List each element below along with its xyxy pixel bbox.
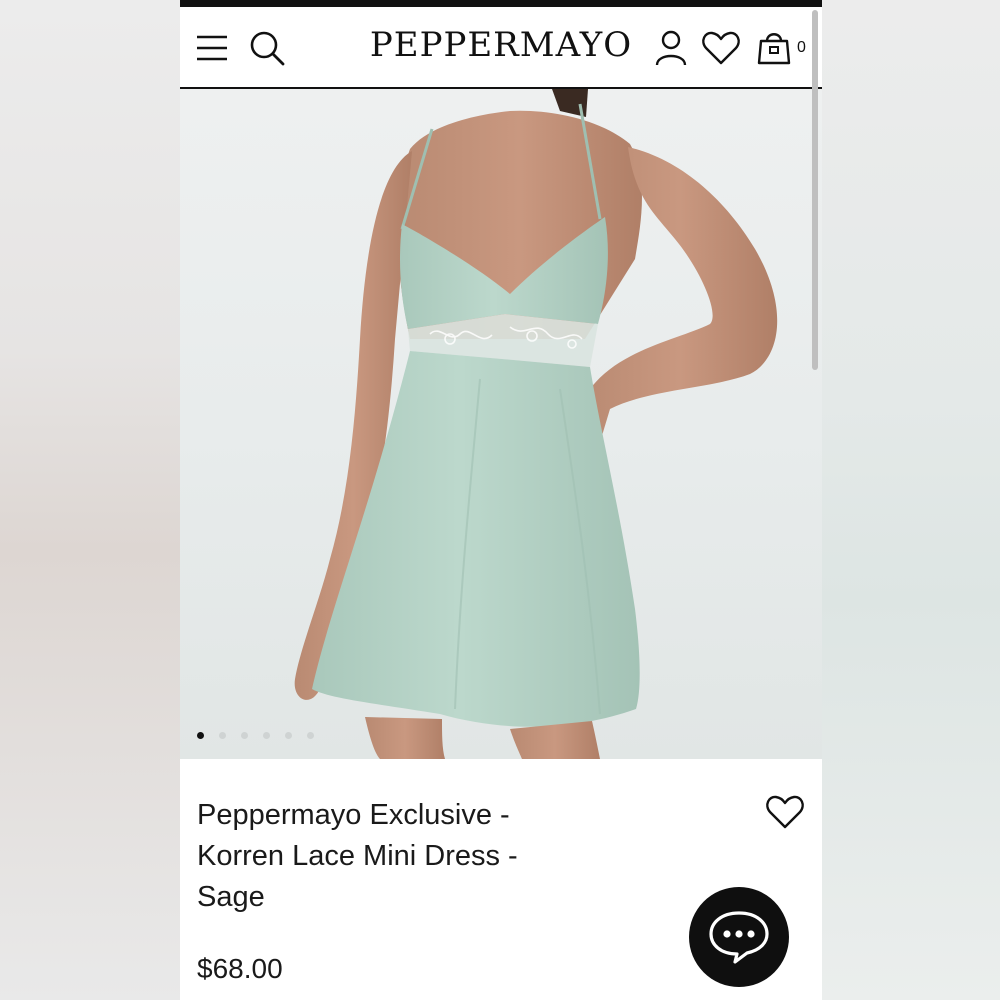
dress-illustration	[294, 89, 778, 759]
add-to-wishlist-icon[interactable]	[765, 794, 805, 830]
status-strip	[180, 0, 822, 7]
product-title-line: Korren Lace Mini Dress -	[197, 840, 518, 872]
account-icon[interactable]	[654, 29, 688, 67]
chat-bubble-icon	[709, 911, 769, 964]
product-title-line: Peppermayo Exclusive -	[197, 799, 510, 831]
gallery-dot[interactable]	[219, 732, 226, 739]
gallery-dot[interactable]	[307, 732, 314, 739]
gallery-dot[interactable]	[263, 732, 270, 739]
scrollbar[interactable]	[812, 10, 818, 370]
site-header: PEPPERMAYO 0	[180, 7, 822, 89]
chat-button[interactable]	[689, 887, 789, 987]
phone-screen: PEPPERMAYO 0 Peppermayo Exclusive - Korr…	[180, 0, 822, 1000]
gallery-dot[interactable]	[285, 732, 292, 739]
cart-icon[interactable]	[756, 27, 792, 67]
background-blur-left	[0, 0, 180, 1000]
wishlist-icon[interactable]	[701, 30, 741, 66]
product-price: $68.00	[197, 953, 283, 984]
product-title: Peppermayo Exclusive - Korren Lace Mini …	[197, 795, 617, 918]
background-blur-right	[822, 0, 1000, 1000]
gallery-dot[interactable]	[241, 732, 248, 739]
gallery-dot[interactable]	[197, 732, 204, 739]
product-image[interactable]	[180, 89, 822, 759]
cart-count: 0	[797, 39, 806, 56]
product-info: Peppermayo Exclusive - Korren Lace Mini …	[180, 759, 822, 1000]
product-title-line: Sage	[197, 881, 265, 913]
